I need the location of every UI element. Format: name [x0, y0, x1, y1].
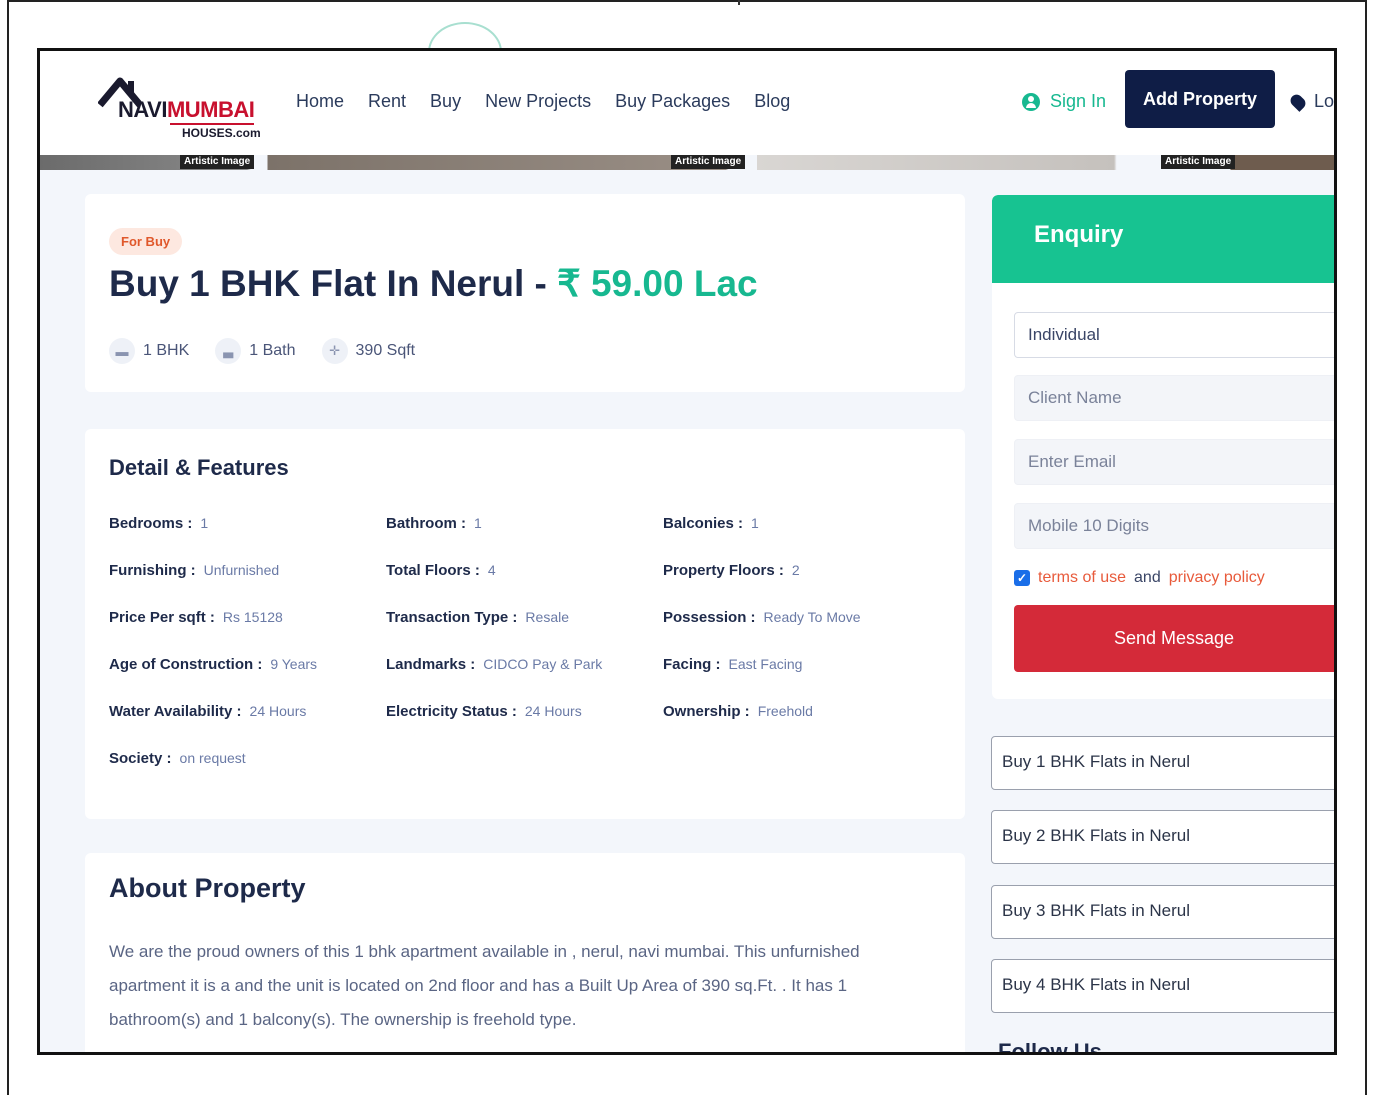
- feature-item: Price Per sqft : Rs 15128: [109, 609, 283, 626]
- about-text: We are the proud owners of this 1 bhk ap…: [109, 942, 860, 1029]
- feature-item: Landmarks : CIDCO Pay & Park: [386, 656, 603, 673]
- site-header: NAVIMUMBAI HOUSES.com Home Rent Buy New …: [40, 51, 1334, 155]
- related-link[interactable]: Buy 2 BHK Flats in Nerul: [991, 810, 1334, 864]
- email-input[interactable]: Enter Email: [1014, 439, 1334, 485]
- terms-and-text: and: [1134, 569, 1161, 586]
- feature-item: Ownership : Freehold: [663, 703, 813, 720]
- details-heading: Detail & Features: [109, 455, 289, 480]
- nav-new-projects[interactable]: New Projects: [485, 91, 591, 112]
- sign-in-link[interactable]: Sign In: [1022, 91, 1106, 112]
- feature-item: Total Floors :4: [386, 562, 496, 579]
- bed-icon: ▬: [109, 338, 135, 364]
- area-icon: ✛: [321, 338, 348, 364]
- listing-price: ₹ 59.00 Lac: [557, 263, 758, 304]
- feature-item: Possession : Ready To Move: [663, 609, 861, 626]
- enquiry-form: Enquiry Individual Client Name Enter Ema…: [992, 195, 1334, 699]
- features-grid: Bedrooms :1 Bathroom :1 Balconies :1 Fur…: [109, 515, 949, 771]
- nav-buy[interactable]: Buy: [430, 91, 461, 112]
- feature-item: Facing : East Facing: [663, 656, 803, 673]
- artistic-image-label: Artistic Image: [671, 155, 746, 169]
- feature-item: Transaction Type : Resale: [386, 609, 570, 626]
- terms-of-use-link[interactable]: terms of use: [1038, 569, 1126, 587]
- related-link[interactable]: Buy 3 BHK Flats in Nerul: [991, 885, 1334, 939]
- terms-checkbox[interactable]: ✓: [1014, 570, 1030, 586]
- feature-item: Electricity Status :24 Hours: [386, 703, 582, 720]
- feature-item: Furnishing : Unfurnished: [109, 562, 280, 579]
- terms-agreement: ✓ terms of use and privacy policy: [1014, 569, 1265, 587]
- spec-bath: ▃ 1 Bath: [215, 338, 296, 364]
- nav-home[interactable]: Home: [296, 91, 344, 112]
- user-type-select[interactable]: Individual: [1014, 312, 1334, 358]
- feature-item: Society : on request: [109, 750, 246, 767]
- mobile-input[interactable]: Mobile 10 Digits: [1014, 503, 1334, 549]
- listing-type-badge: For Buy: [109, 228, 183, 255]
- enquiry-header: Enquiry: [992, 195, 1334, 283]
- about-heading: About Property: [109, 873, 306, 903]
- spec-bhk: ▬ 1 BHK: [109, 338, 189, 364]
- logo-underline: [170, 123, 254, 125]
- artistic-image-label: Artistic Image: [180, 155, 255, 169]
- nav-rent[interactable]: Rent: [368, 91, 406, 112]
- main-nav: Home Rent Buy New Projects Buy Packages …: [296, 91, 814, 112]
- details-features-card: Detail & Features Bedrooms :1 Bathroom :…: [85, 429, 965, 819]
- artistic-image-label: Artistic Image: [1161, 155, 1236, 169]
- feature-item: Bathroom :1: [386, 515, 482, 532]
- frame-tick: [738, 0, 740, 5]
- related-link[interactable]: Buy 4 BHK Flats in Nerul: [991, 959, 1334, 1013]
- follow-us-heading: Follow Us: [998, 1039, 1102, 1055]
- feature-item: Age of Construction :9 Years: [109, 656, 318, 673]
- client-name-input[interactable]: Client Name: [1014, 375, 1334, 421]
- browser-viewport: NAVIMUMBAI HOUSES.com Home Rent Buy New …: [37, 48, 1337, 1055]
- nav-blog[interactable]: Blog: [754, 91, 790, 112]
- privacy-policy-link[interactable]: privacy policy: [1169, 569, 1265, 587]
- send-message-button[interactable]: Send Message: [1014, 605, 1334, 672]
- listing-specs: ▬ 1 BHK ▃ 1 Bath ✛ 390 Sqft: [109, 338, 415, 364]
- location-link[interactable]: Lo: [1288, 91, 1335, 112]
- logo-subtext: HOUSES.com: [182, 126, 261, 140]
- location-label: Lo: [1314, 91, 1335, 111]
- feature-item: Balconies :1: [663, 515, 759, 532]
- feature-item: Bedrooms :1: [109, 515, 209, 532]
- feature-item: Property Floors :2: [663, 562, 800, 579]
- bath-icon: ▃: [215, 338, 242, 364]
- feature-item: Water Availability :24 Hours: [109, 703, 307, 720]
- listing-title: Buy 1 BHK Flat In Nerul - ₹ 59.00 Lac: [109, 263, 758, 304]
- listing-summary-card: For Buy Buy 1 BHK Flat In Nerul - ₹ 59.0…: [85, 194, 965, 392]
- nav-buy-packages[interactable]: Buy Packages: [615, 91, 730, 112]
- logo-text: NAVIMUMBAI: [118, 97, 255, 122]
- map-pin-icon: [1288, 91, 1308, 112]
- user-circle-icon: [1022, 92, 1040, 111]
- spec-area: ✛ 390 Sqft: [321, 338, 415, 364]
- site-logo[interactable]: NAVIMUMBAI HOUSES.com: [98, 75, 261, 141]
- sign-in-label: Sign In: [1050, 91, 1107, 111]
- related-link[interactable]: Buy 1 BHK Flats in Nerul: [991, 736, 1334, 790]
- enquiry-heading: Enquiry: [1034, 221, 1124, 248]
- add-property-button[interactable]: Add Property: [1125, 70, 1275, 128]
- about-property-card: About Property We are the proud owners o…: [85, 853, 965, 1052]
